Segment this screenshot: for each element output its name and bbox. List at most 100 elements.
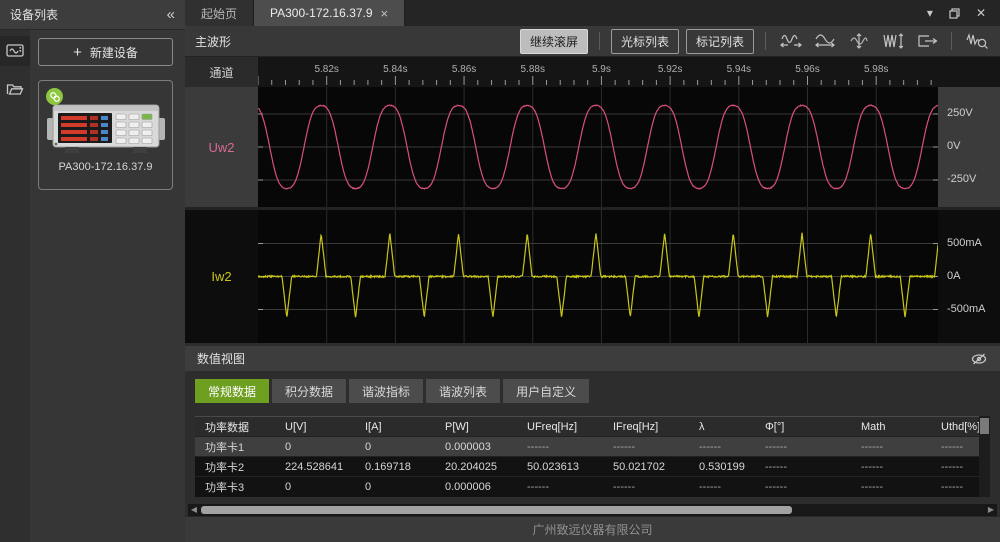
table-cell: 0 [365,440,372,453]
channel-row-iw2: Iw2 500mA 0A -500mA [185,210,1000,343]
current-axis: 500mA 0A -500mA [938,210,1000,343]
channel-label-iw2[interactable]: Iw2 [185,210,258,343]
waveform-panel-title: 主波形 [195,34,232,49]
time-tick-label: 5.96s [795,64,819,75]
time-axis-ruler: 5.82s 5.84s 5.86s 5.88s 5.9s 5.92s 5.94s 5.96s 5… [258,64,932,85]
table-cell: 0.169718 [365,460,411,473]
horizontal-scrollbar[interactable]: ◀ ▶ [188,503,997,516]
column-header: I[A] [365,420,382,433]
table-cell: 20.204025 [445,460,497,473]
vscale-fit-icon[interactable] [845,31,872,51]
add-device-button[interactable]: + 新建设备 [38,38,173,66]
table-cell: 0 [365,480,372,493]
time-tick-label: 5.86s [452,64,476,75]
sidebar-icon-strip [0,30,30,542]
eye-off-icon[interactable] [970,352,988,366]
table-row[interactable]: 功率卡2 224.528641 0.169718 20.204025 50.023613… [195,456,990,477]
table-cell: ------ [699,480,721,493]
compress-wave-icon[interactable] [879,31,906,51]
device-card[interactable]: PA300-172.16.37.9 [38,80,173,190]
table-cell: ------ [613,440,635,453]
numeric-view-title: 数值视图 [197,352,246,366]
numeric-tab-item[interactable]: 用户自定义 [503,379,590,403]
numeric-tab-active[interactable]: 常规数据 [195,379,270,403]
power-data-table-wrap: 功率数据 U[V] I[A] P[W] UFreq[Hz] IFreq[Hz] λ Φ[°] M… [195,416,990,497]
hscale-fit-icon[interactable] [811,31,838,51]
table-cell: 0 [285,440,292,453]
vertical-scrollbar-thumb[interactable] [980,418,989,434]
column-header: 功率数据 [205,421,249,434]
close-window-icon[interactable]: ✕ [976,6,986,20]
export-icon[interactable] [913,31,940,51]
header-spacer [938,57,1000,87]
table-cell: 0 [285,480,292,493]
Iw2-waveform [258,232,938,318]
toolbar-divider [598,32,600,50]
device-view-icon[interactable] [0,36,30,66]
column-header: Math [861,420,886,433]
restore-window-icon[interactable] [949,7,960,19]
numeric-tab-item[interactable]: 谐波指标 [349,379,424,403]
device-connected-icon [46,88,63,105]
scroll-left-arrow[interactable]: ◀ [188,505,200,514]
column-header: U[V] [285,420,307,433]
tab-bar: 起始页 PA300-172.16.37.9 × ▾ ✕ [185,0,1000,26]
time-tick-label: 5.82s [314,64,338,75]
device-list-panel: 设备列表 « + 新建设备 PA300-172.16.37.9 [0,0,185,542]
table-cell: ------ [527,440,549,453]
column-header: P[W] [445,420,469,433]
table-row[interactable]: 功率卡1 0 0 0.000003 ------ ------ ------ ------ --… [195,436,990,457]
y-axis-label: 0V [947,140,961,152]
app-window: 设备列表 « + 新建设备 PA300-172.16.37.9 起始页 PA30… [0,0,1000,542]
channel-label-uw2[interactable]: Uw2 [185,87,258,207]
table-cell: ------ [861,440,883,453]
tab-home[interactable]: 起始页 [185,0,255,26]
window-controls: ▾ ✕ [913,0,1000,26]
table-cell: ------ [861,460,883,473]
hscale-expand-icon[interactable] [777,31,804,51]
project-folder-icon[interactable] [0,74,30,104]
close-tab-icon[interactable]: × [381,6,389,21]
time-tick-label: 5.9s [592,64,611,75]
toolbar-divider [765,32,766,50]
voltage-axis: 250V 0V -250V [938,87,1000,207]
numeric-tab-item[interactable]: 积分数据 [272,379,347,403]
y-axis-label: 250V [947,107,973,119]
y-axis-label: 500mA [947,236,982,249]
tab-home-label: 起始页 [201,6,238,21]
scroll-right-arrow[interactable]: ▶ [985,505,997,514]
current-plot[interactable] [258,210,938,343]
table-row[interactable]: 功率卡3 0 0 0.000006 ------ ------ ------ ------ --… [195,476,990,497]
waveform-zoom-icon[interactable] [963,31,990,51]
tab-device[interactable]: PA300-172.16.37.9 × [254,0,406,26]
collapse-panel-icon[interactable]: « [167,6,175,23]
device-image [46,104,165,153]
power-data-table: 功率数据 U[V] I[A] P[W] UFreq[Hz] IFreq[Hz] λ Φ[°] M… [195,416,990,497]
horizontal-scrollbar-thumb[interactable] [201,505,792,514]
device-list-header: 设备列表 « [0,0,185,30]
continue-scroll-button[interactable]: 继续滚屏 [519,28,588,54]
voltage-plot[interactable] [258,87,938,207]
numeric-tab-item[interactable]: 谐波列表 [426,379,501,403]
marker-list-button[interactable]: 标记列表 [685,28,754,54]
device-name-label: PA300-172.16.37.9 [58,160,153,173]
y-axis-label: -250V [947,173,977,185]
numeric-view: 数值视图 常规数据 积分数据 谐波指标 谐波列表 用户自定义 功率数据 U[V] I[A] P… [185,343,1000,516]
dropdown-icon[interactable]: ▾ [927,6,933,20]
device-list-title: 设备列表 [10,8,59,22]
table-cell: 50.021702 [613,460,665,473]
row-label: 功率卡3 [205,481,245,494]
table-cell: ------ [613,480,635,493]
company-name: 广州致远仪器有限公司 [532,523,653,537]
vertical-scrollbar[interactable] [979,416,990,497]
table-cell: ------ [765,480,787,493]
channel-row-uw2: Uw2 250V 0V -250V [185,87,1000,207]
table-cell: 224.528641 [285,460,344,473]
footer-bar: 广州致远仪器有限公司 [185,516,1000,542]
channel-name: Uw2 [208,139,235,155]
table-cell: 0.000003 [445,440,491,453]
numeric-view-tabs: 常规数据 积分数据 谐波指标 谐波列表 用户自定义 [185,372,1000,405]
cursor-list-button[interactable]: 光标列表 [610,28,679,54]
time-tick-label: 5.94s [727,64,751,75]
add-device-label: 新建设备 [89,45,138,60]
